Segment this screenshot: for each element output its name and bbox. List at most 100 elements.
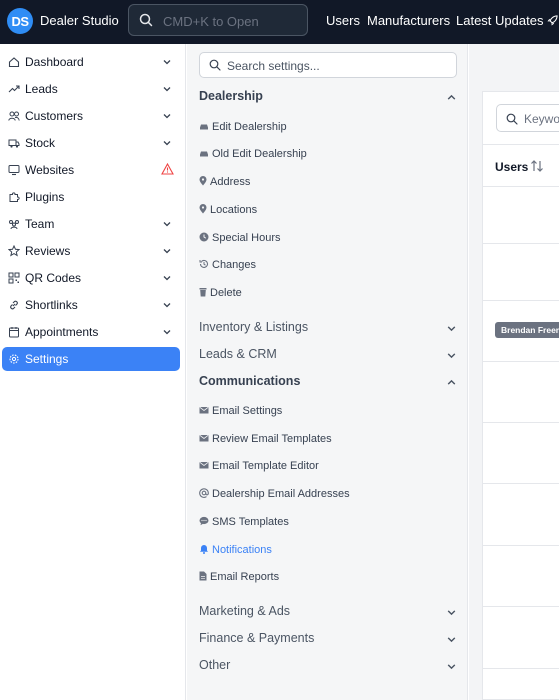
- users-table-card: Keywo Users Brendan Freem: [482, 91, 559, 700]
- settings-search-input[interactable]: Search settings...: [199, 52, 457, 78]
- section-leads-crm[interactable]: Leads & CRM: [199, 347, 461, 361]
- sidebar-item-shortlinks[interactable]: Shortlinks: [2, 293, 180, 317]
- settings-link-email-settings[interactable]: Email Settings: [199, 405, 282, 417]
- car-icon: [200, 151, 208, 157]
- settings-link-delete[interactable]: Delete: [199, 287, 242, 299]
- section-title: Finance & Payments: [199, 631, 315, 645]
- nav-users[interactable]: Users: [326, 13, 360, 28]
- clock-icon: [199, 232, 209, 242]
- sidebar-item-dashboard[interactable]: Dashboard: [2, 50, 180, 74]
- settings-link-edit-dealership[interactable]: Edit Dealership: [199, 121, 287, 133]
- settings-link-locations[interactable]: Locations: [199, 204, 257, 216]
- settings-panel: Search settings... Dealership Edit Deale…: [187, 44, 468, 700]
- sidebar-item-appointments[interactable]: Appointments: [2, 320, 180, 344]
- table-row[interactable]: [483, 607, 559, 669]
- table-row[interactable]: [483, 546, 559, 607]
- table-row[interactable]: [483, 244, 559, 301]
- settings-link-changes[interactable]: Changes: [199, 259, 256, 271]
- team-icon: [9, 220, 19, 230]
- sidebar-item-reviews[interactable]: Reviews: [2, 239, 180, 263]
- section-title: Marketing & Ads: [199, 604, 291, 618]
- settings-link-label: Notifications: [212, 544, 272, 556]
- command-search-input[interactable]: CMD+K to Open: [128, 4, 308, 36]
- table-row[interactable]: [483, 187, 559, 244]
- chevron-up-icon: [447, 379, 456, 385]
- sidebar-item-label: Appointments: [25, 325, 99, 339]
- map-pin-icon: [199, 176, 207, 186]
- section-communications[interactable]: Communications: [199, 374, 461, 388]
- chevron-down-icon: [163, 60, 171, 65]
- chevron-down-icon: [163, 114, 171, 119]
- settings-link-sms-templates[interactable]: SMS Templates: [199, 516, 289, 528]
- table-row[interactable]: [483, 484, 559, 546]
- chevron-down-icon: [163, 249, 171, 254]
- keyword-search-input[interactable]: Keywo: [496, 104, 559, 132]
- settings-link-notifications[interactable]: Notifications: [199, 544, 272, 556]
- sidebar-item-leads[interactable]: Leads: [2, 77, 180, 101]
- rocket-icon: [547, 15, 559, 26]
- sidebar-item-label: Plugins: [25, 190, 65, 204]
- section-marketing-ads[interactable]: Marketing & Ads: [199, 604, 461, 618]
- puzzle-icon: [9, 192, 20, 202]
- trend-icon: [8, 85, 20, 93]
- section-other[interactable]: Other: [199, 658, 461, 672]
- top-bar: DS Dealer Studio CMD+K to Open Users Man…: [0, 0, 559, 44]
- table-row[interactable]: Brendan Freem: [483, 301, 559, 362]
- settings-link-label: Review Email Templates: [212, 433, 332, 445]
- brand-name[interactable]: Dealer Studio: [40, 13, 119, 28]
- settings-link-address[interactable]: Address: [199, 176, 250, 188]
- settings-link-old-edit-dealership[interactable]: Old Edit Dealership: [199, 148, 307, 160]
- file-icon: [199, 571, 207, 581]
- users-column-header[interactable]: Users: [483, 144, 559, 187]
- envelope-icon: [199, 434, 209, 442]
- settings-link-label: Email Reports: [210, 571, 280, 583]
- bell-icon: [200, 545, 208, 554]
- settings-link-email-reports[interactable]: Email Reports: [199, 571, 279, 583]
- sidebar-item-plugins[interactable]: Plugins: [2, 185, 180, 209]
- settings-link-label: Special Hours: [212, 232, 281, 244]
- section-finance-payments[interactable]: Finance & Payments: [199, 631, 461, 645]
- settings-link-label: SMS Templates: [212, 516, 289, 528]
- settings-link-dealership-email-addresses[interactable]: Dealership Email Addresses: [199, 488, 350, 500]
- table-row[interactable]: [483, 362, 559, 423]
- settings-link-label: Locations: [210, 204, 258, 216]
- nav-latest-updates-label: Latest Updates: [456, 13, 544, 28]
- envelope-icon: [199, 406, 209, 414]
- calendar-icon: [9, 327, 19, 338]
- sidebar-item-label: Team: [25, 217, 55, 231]
- settings-link-email-template-editor[interactable]: Email Template Editor: [199, 460, 319, 472]
- chevron-down-icon: [447, 353, 456, 359]
- settings-link-special-hours[interactable]: Special Hours: [199, 232, 280, 244]
- chevron-down-icon: [163, 303, 171, 308]
- sidebar-item-label: QR Codes: [25, 271, 82, 285]
- settings-link-review-email-templates[interactable]: Review Email Templates: [199, 433, 332, 445]
- sidebar-item-customers[interactable]: Customers: [2, 104, 180, 128]
- home-icon: [8, 57, 20, 68]
- table-row[interactable]: [483, 423, 559, 484]
- star-icon: [8, 245, 20, 257]
- chevron-down-icon: [163, 276, 171, 281]
- section-dealership[interactable]: Dealership: [199, 89, 461, 103]
- chevron-down-icon: [163, 330, 171, 335]
- sidebar-item-stock[interactable]: Stock: [2, 131, 180, 155]
- settings-link-label: Old Edit Dealership: [212, 148, 307, 160]
- sort-icon[interactable]: [530, 159, 544, 173]
- chevron-down-icon: [447, 326, 456, 332]
- sidebar-item-label: Leads: [25, 82, 58, 96]
- sidebar-item-settings[interactable]: Settings: [2, 347, 180, 371]
- brand-logo[interactable]: DS: [7, 8, 33, 34]
- settings-link-label: Email Settings: [212, 405, 283, 417]
- nav-manufacturers[interactable]: Manufacturers: [367, 13, 450, 28]
- section-inventory-listings[interactable]: Inventory & Listings: [199, 320, 461, 334]
- sidebar-item-label: Stock: [25, 136, 56, 150]
- section-title: Inventory & Listings: [199, 320, 309, 334]
- settings-link-label: Edit Dealership: [212, 121, 287, 133]
- search-icon: [209, 59, 221, 71]
- sidebar-item-websites[interactable]: Websites: [2, 158, 180, 182]
- warning-icon: [161, 163, 174, 175]
- chevron-down-icon: [447, 637, 456, 643]
- nav-latest-updates[interactable]: Latest Updates: [456, 13, 559, 28]
- chevron-down-icon: [163, 222, 171, 227]
- sidebar-item-qr-codes[interactable]: QR Codes: [2, 266, 180, 290]
- sidebar-item-team[interactable]: Team: [2, 212, 180, 236]
